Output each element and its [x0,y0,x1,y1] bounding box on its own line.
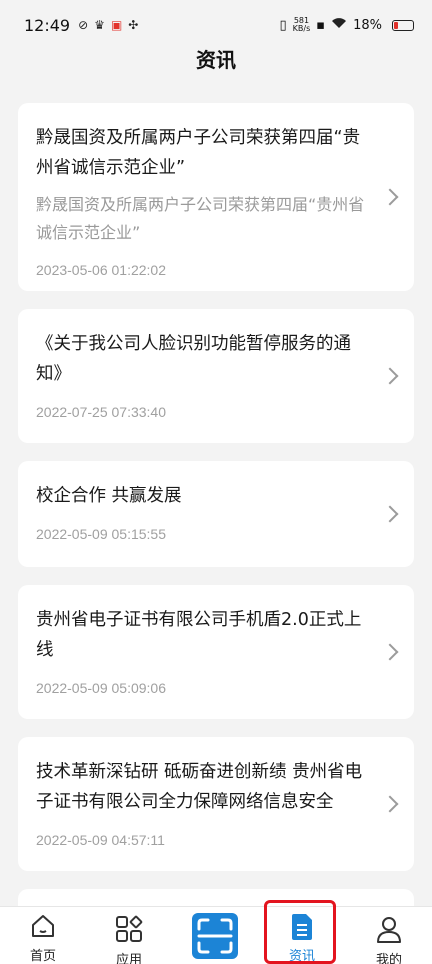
tab-home[interactable]: 首页 [18,907,68,964]
chevron-right-icon [381,505,399,523]
news-date: 2022-05-09 05:15:55 [36,526,166,542]
page-title: 资讯 [196,48,236,72]
scan-button[interactable] [192,913,238,959]
news-list: 黔晟国资及所属两户子公司荣获第四届“贵州省诚信示范企业” 黔晟国资及所属两户子公… [18,103,414,964]
scan-icon [197,918,233,954]
tab-news-label: 资讯 [288,949,315,964]
app-notification-icon: ▣ [110,18,123,32]
net-speed: 581 KB/s [292,16,311,33]
chevron-right-icon [381,643,399,661]
apps-grid-icon [116,915,143,942]
news-date: 2022-07-25 07:33:40 [36,404,166,420]
news-date: 2023-05-06 01:22:02 [36,262,166,278]
battery-icon [388,19,414,31]
sync-icon: ⊘ [78,18,89,32]
crown-icon: ♛ [94,18,105,32]
news-card[interactable]: 技术革新深钻研 砥砺奋进创新绩 贵州省电子证书有限公司全力保障网络信息安全 20… [18,737,414,871]
news-title: 技术革新深钻研 砥砺奋进创新绩 贵州省电子证书有限公司全力保障网络信息安全 [36,762,363,812]
news-title: 黔晟国资及所属两户子公司荣获第四届“贵州省诚信示范企业” [36,128,361,178]
tab-apps[interactable]: 应用 [104,907,154,964]
news-desc: 黔晟国资及所属两户子公司荣获第四届“贵州省诚信示范企业” [36,195,365,242]
user-icon [377,917,401,943]
bottom-tab-bar: 首页 应用 资讯 我的 [0,906,432,964]
news-title: 贵州省电子证书有限公司手机盾2.0正式上线 [36,610,362,660]
news-title: 《关于我公司人脸识别功能暂停服务的通知》 [36,334,351,384]
news-card[interactable]: 校企合作 共赢发展 2022-05-09 05:15:55 [18,461,414,567]
status-time: 12:49 [24,15,71,35]
tab-apps-label: 应用 [115,953,142,964]
wifi-icon [331,17,347,33]
news-date: 2022-05-09 05:09:06 [36,680,166,696]
chevron-right-icon [381,795,399,813]
news-date: 2022-05-09 04:57:11 [36,832,165,848]
tab-home-label: 首页 [29,949,56,964]
news-card[interactable]: 《关于我公司人脸识别功能暂停服务的通知》 2022-07-25 07:33:40 [18,309,414,443]
chevron-right-icon [381,188,399,206]
battery-text: 18% [353,17,382,33]
tab-news[interactable]: 资讯 [276,907,328,964]
home-icon [32,915,54,937]
status-right: ▯ 581 KB/s ▪ 18% [280,17,414,33]
sim-icon: ▪ [316,17,326,33]
tab-mine[interactable]: 我的 [364,907,414,964]
vibrate-icon: ▯ [279,17,287,33]
status-bar: 12:49 ⊘ ♛ ▣ ✣ ▯ 581 KB/s ▪ 18% [0,0,432,50]
news-title: 校企合作 共赢发展 [36,486,182,506]
document-icon [292,914,312,940]
chevron-right-icon [381,367,399,385]
tab-mine-label: 我的 [375,953,402,964]
news-card[interactable]: 贵州省电子证书有限公司手机盾2.0正式上线 2022-05-09 05:09:0… [18,585,414,719]
news-card[interactable]: 黔晟国资及所属两户子公司荣获第四届“贵州省诚信示范企业” 黔晟国资及所属两户子公… [18,103,414,291]
pinwheel-icon: ✣ [128,18,139,32]
